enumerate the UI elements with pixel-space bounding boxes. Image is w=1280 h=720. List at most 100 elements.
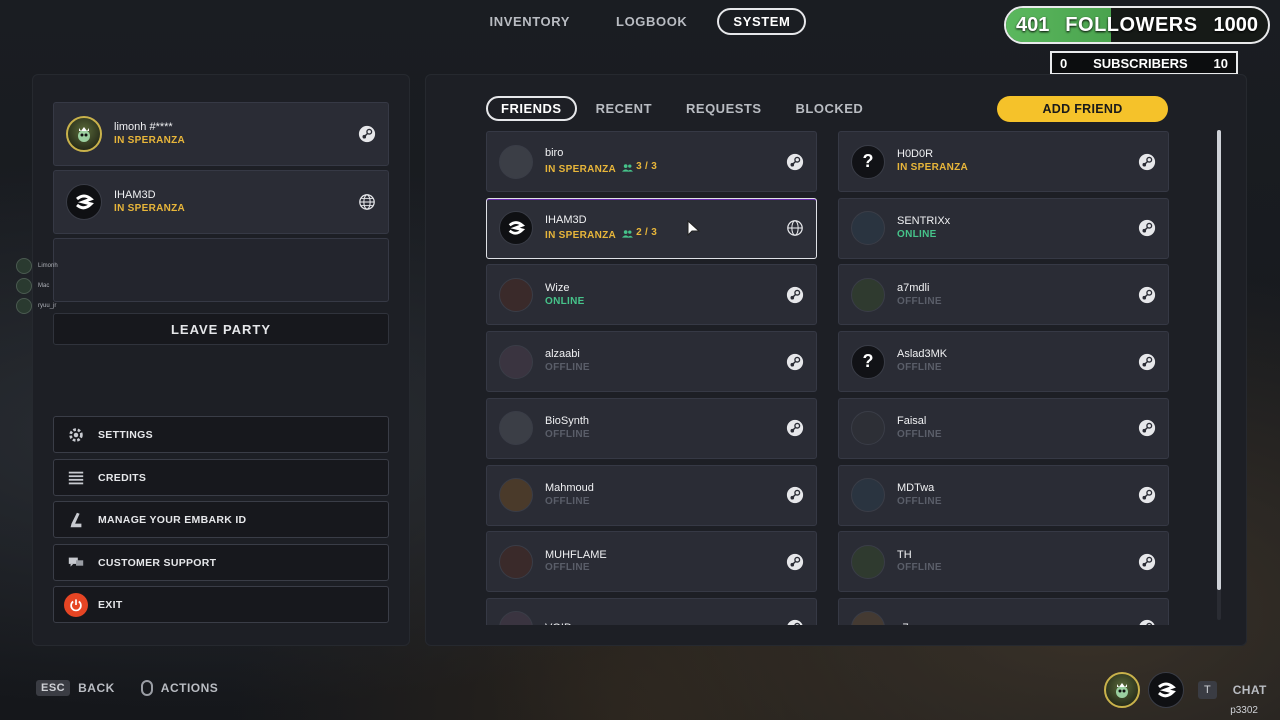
friend-status: OFFLINE xyxy=(545,562,786,575)
friend-status: OFFLINE xyxy=(897,562,1138,575)
subscribers-goal-widget: 0 SUBSCRIBERS 10 xyxy=(1050,51,1238,75)
avatar xyxy=(499,611,533,625)
friend-status-text: IN SPERANZA xyxy=(545,230,617,242)
friend-status-text: ONLINE xyxy=(897,228,937,240)
exit-label: EXIT xyxy=(98,598,123,611)
party-size: 2 / 3 xyxy=(622,227,657,240)
build-version: p3302 xyxy=(1230,705,1258,716)
friend-card[interactable]: Wize ONLINE xyxy=(486,264,817,326)
globe-icon xyxy=(359,194,375,210)
globe-icon xyxy=(787,220,803,237)
friend-status-text: IN SPERANZA xyxy=(545,163,617,175)
steam-icon xyxy=(1138,220,1156,237)
settings-button[interactable]: SETTINGS xyxy=(53,416,389,453)
leave-party-button[interactable]: LEAVE PARTY xyxy=(53,313,389,345)
customer-support-button[interactable]: CUSTOMER SUPPORT xyxy=(53,544,389,581)
overlay-name: ryuu_jr xyxy=(38,303,57,309)
avatar xyxy=(66,116,102,152)
embark-logo-icon xyxy=(76,194,94,210)
friend-status: IN SPERANZA 3 / 3 xyxy=(545,161,786,176)
steam-icon xyxy=(786,486,804,504)
overlay-avatar xyxy=(16,298,32,314)
group-icon xyxy=(622,163,634,172)
steam-icon xyxy=(1138,353,1156,370)
friend-status-text: IN SPERANZA xyxy=(897,162,969,174)
customer-support-label: CUSTOMER SUPPORT xyxy=(98,556,217,569)
avatar[interactable] xyxy=(1104,672,1140,708)
avatar xyxy=(851,411,885,446)
friend-status: OFFLINE xyxy=(545,496,786,509)
party-member-status: IN SPERANZA xyxy=(114,202,186,214)
friend-name: Aslad3MK xyxy=(897,348,948,361)
tab-logbook[interactable]: LOGBOOK xyxy=(600,8,703,35)
friend-card[interactable]: biro IN SPERANZA 3 / 3 xyxy=(486,131,817,192)
tab-friends[interactable]: FRIENDS xyxy=(486,96,577,121)
avatar xyxy=(851,211,885,246)
steam-icon xyxy=(1138,486,1156,504)
steam-icon xyxy=(787,620,803,625)
empty-party-slot[interactable] xyxy=(53,238,389,302)
friend-status-text: ONLINE xyxy=(545,295,585,307)
friend-name: TH xyxy=(897,548,912,561)
friend-card[interactable]: BioSynth OFFLINE xyxy=(486,397,817,459)
avatar: ? xyxy=(851,144,885,179)
avatar xyxy=(499,144,533,179)
tab-blocked[interactable]: BLOCKED xyxy=(781,96,879,121)
mouse-cursor-icon xyxy=(687,220,701,237)
friend-card[interactable]: VOID xyxy=(486,597,817,625)
add-friend-button[interactable]: ADD FRIEND xyxy=(997,96,1168,122)
chat-label[interactable]: CHAT xyxy=(1233,683,1267,697)
friend-status: ONLINE xyxy=(545,296,786,309)
back-label[interactable]: BACK xyxy=(78,681,115,695)
friend-name: BioSynth xyxy=(545,415,590,428)
friend-card[interactable]: x7v xyxy=(838,597,1169,625)
friend-card[interactable]: Mahmoud OFFLINE xyxy=(486,464,817,526)
friend-card[interactable]: MUHFLAME OFFLINE xyxy=(486,531,817,593)
friend-status-text: OFFLINE xyxy=(897,562,942,574)
friend-card[interactable]: Faisal OFFLINE xyxy=(838,397,1169,459)
friend-status: IN SPERANZA 2 / 3 xyxy=(545,227,786,242)
avatar xyxy=(851,611,885,625)
credits-list-icon xyxy=(66,468,86,488)
esc-key-hint: ESC xyxy=(36,680,71,696)
friend-card[interactable]: ? H0D0R IN SPERANZA xyxy=(838,131,1169,192)
avatar xyxy=(66,184,102,220)
party-member-card[interactable]: limonh #**** IN SPERANZA xyxy=(53,102,389,166)
scrollbar-thumb[interactable] xyxy=(1217,130,1221,590)
manage-embark-id-button[interactable]: MANAGE YOUR EMBARK ID xyxy=(53,501,389,538)
friend-card[interactable]: SENTRIXx ONLINE xyxy=(838,197,1169,259)
crown-skull-icon xyxy=(78,127,90,142)
friend-name: a7mdli xyxy=(897,281,930,294)
credits-label: CREDITS xyxy=(98,471,147,484)
steam-icon xyxy=(786,153,804,170)
friend-list-scrollbar[interactable] xyxy=(1217,130,1221,620)
avatar xyxy=(499,277,533,312)
friend-card[interactable]: ? Aslad3MK OFFLINE xyxy=(838,331,1169,393)
tab-system[interactable]: SYSTEM xyxy=(717,8,807,35)
party-member-card[interactable]: IHAM3D IN SPERANZA xyxy=(53,170,389,234)
friend-card[interactable]: MDTwa OFFLINE xyxy=(838,464,1169,526)
friend-card[interactable]: IHAM3D IN SPERANZA 2 / 3 xyxy=(486,197,817,259)
credits-button[interactable]: CREDITS xyxy=(53,459,389,496)
overlay-name: Limonh xyxy=(38,263,58,269)
subscribers-goal: 10 xyxy=(1213,55,1228,71)
embark-id-icon xyxy=(66,510,86,530)
friend-card[interactable]: TH OFFLINE xyxy=(838,531,1169,593)
friend-status-text: OFFLINE xyxy=(897,295,942,307)
friend-status: IN SPERANZA xyxy=(897,162,1138,175)
steam-icon xyxy=(786,420,804,437)
tab-recent[interactable]: RECENT xyxy=(581,96,667,121)
gear-icon xyxy=(66,425,86,445)
avatar xyxy=(851,478,885,512)
exit-button[interactable]: EXIT xyxy=(53,586,389,623)
friend-card[interactable]: a7mdli OFFLINE xyxy=(838,264,1169,326)
tab-requests[interactable]: REQUESTS xyxy=(671,96,777,121)
party-member-status: IN SPERANZA xyxy=(114,134,186,146)
steam-icon xyxy=(1138,420,1156,437)
steam-icon xyxy=(1139,620,1155,625)
friend-card[interactable]: alzaabi OFFLINE xyxy=(486,331,817,393)
tab-inventory[interactable]: INVENTORY xyxy=(474,8,587,35)
avatar[interactable] xyxy=(1148,672,1184,708)
friend-status-text: OFFLINE xyxy=(545,362,590,374)
steam-icon xyxy=(1138,286,1156,303)
